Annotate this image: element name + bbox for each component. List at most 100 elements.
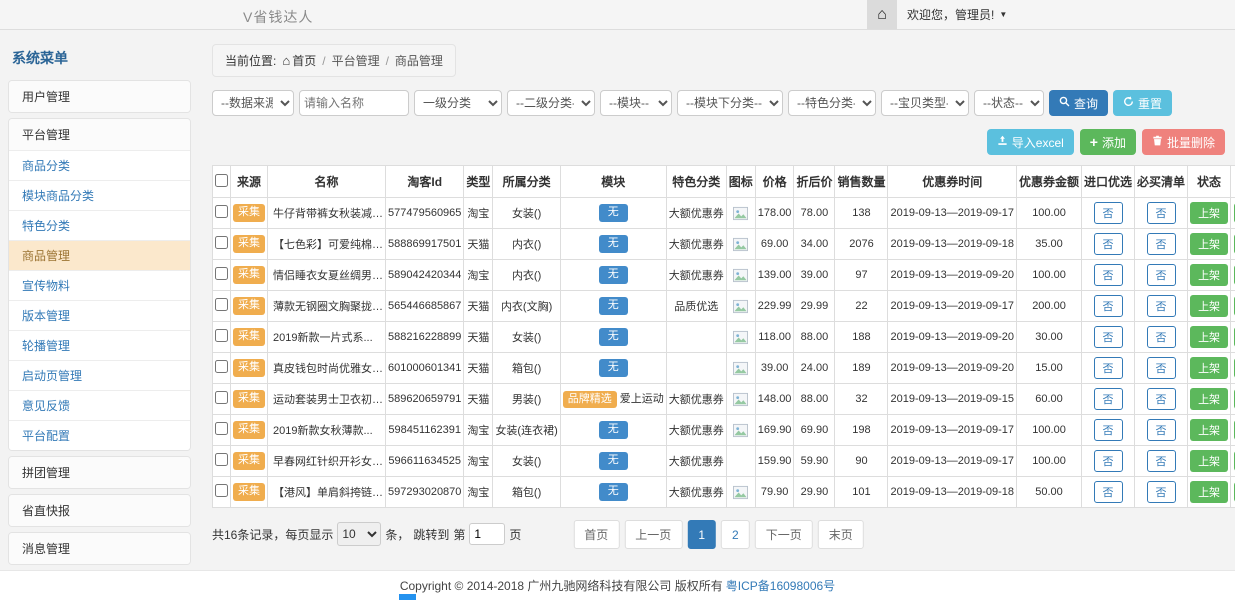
import-select-toggle[interactable]: 否: [1094, 264, 1123, 286]
status-button[interactable]: 上架: [1190, 419, 1228, 441]
status-button[interactable]: 上架: [1190, 264, 1228, 286]
sidebar-item[interactable]: 平台配置: [9, 420, 190, 450]
must-buy-toggle[interactable]: 否: [1147, 450, 1176, 472]
row-checkbox[interactable]: [215, 267, 228, 280]
module-badge[interactable]: 无: [599, 452, 628, 469]
coupon-amount: 100.00: [1017, 415, 1082, 446]
sidebar-item[interactable]: 商品分类: [9, 150, 190, 180]
filter-status-select[interactable]: --状态--: [974, 90, 1044, 116]
sidebar-item[interactable]: 启动页管理: [9, 360, 190, 390]
row-checkbox[interactable]: [215, 236, 228, 249]
import-select-toggle[interactable]: 否: [1094, 419, 1123, 441]
import-select-toggle[interactable]: 否: [1094, 295, 1123, 317]
search-button[interactable]: 查询: [1049, 90, 1108, 116]
name-search-input[interactable]: [299, 90, 409, 116]
row-checkbox[interactable]: [215, 329, 228, 342]
status-button[interactable]: 上架: [1190, 233, 1228, 255]
import-select-toggle[interactable]: 否: [1094, 481, 1123, 503]
import-select-toggle[interactable]: 否: [1094, 233, 1123, 255]
filter-category2-select[interactable]: --二级分类--: [507, 90, 595, 116]
status-button[interactable]: 上架: [1190, 295, 1228, 317]
row-checkbox[interactable]: [215, 453, 228, 466]
sidebar-item[interactable]: 轮播管理: [9, 330, 190, 360]
must-buy-toggle[interactable]: 否: [1147, 326, 1176, 348]
import-select-toggle[interactable]: 否: [1094, 388, 1123, 410]
product-thumbnail: [733, 299, 748, 314]
home-button[interactable]: ⌂: [867, 0, 897, 29]
status-button[interactable]: 上架: [1190, 481, 1228, 503]
breadcrumb-home-link[interactable]: ⌂ 首页: [282, 52, 316, 69]
page-button-active[interactable]: 1: [687, 520, 716, 549]
product-category: 箱包(): [493, 353, 560, 384]
filter-special-select[interactable]: --特色分类--: [788, 90, 876, 116]
page-number-input[interactable]: [469, 523, 505, 545]
page-button[interactable]: 下一页: [755, 520, 813, 549]
filter-category1-select[interactable]: 一级分类: [414, 90, 502, 116]
row-checkbox[interactable]: [215, 422, 228, 435]
module-badge[interactable]: 无: [599, 204, 628, 221]
user-menu[interactable]: 欢迎您，管理员! ▼: [907, 0, 1007, 29]
module-badge[interactable]: 无: [599, 483, 628, 500]
module-badge[interactable]: 无: [599, 297, 628, 314]
page-button[interactable]: 上一页: [624, 520, 682, 549]
row-checkbox[interactable]: [215, 360, 228, 373]
row-checkbox[interactable]: [215, 298, 228, 311]
sidebar-item[interactable]: 模块商品分类: [9, 180, 190, 210]
module-badge[interactable]: 无: [599, 359, 628, 376]
import-select-toggle[interactable]: 否: [1094, 326, 1123, 348]
must-buy-toggle[interactable]: 否: [1147, 233, 1176, 255]
sidebar-group-header[interactable]: 拼团管理: [9, 457, 190, 488]
must-buy-toggle[interactable]: 否: [1147, 357, 1176, 379]
sidebar-item[interactable]: 商品管理: [9, 240, 190, 270]
sidebar-item[interactable]: 宣传物料: [9, 270, 190, 300]
sidebar-item[interactable]: 特色分类: [9, 210, 190, 240]
import-select-toggle[interactable]: 否: [1094, 202, 1123, 224]
module-badge[interactable]: 无: [599, 266, 628, 283]
status-button[interactable]: 上架: [1190, 326, 1228, 348]
filter-source-select[interactable]: --数据来源--: [212, 90, 294, 116]
module-badge[interactable]: 无: [599, 235, 628, 252]
module-extra-label: 爱上运动: [620, 393, 664, 405]
sidebar-item[interactable]: 意见反馈: [9, 390, 190, 420]
icp-link[interactable]: 粤ICP备16098006号: [726, 577, 835, 594]
filter-module-select[interactable]: --模块--: [600, 90, 672, 116]
reset-button[interactable]: 重置: [1113, 90, 1172, 116]
page-button[interactable]: 首页: [573, 520, 619, 549]
import-select-toggle[interactable]: 否: [1094, 450, 1123, 472]
must-buy-toggle[interactable]: 否: [1147, 295, 1176, 317]
must-buy-toggle[interactable]: 否: [1147, 419, 1176, 441]
add-button[interactable]: + 添加: [1080, 129, 1136, 155]
page: V省钱达人 ⌂ 欢迎您，管理员! ▼ 系统菜单 用户管理平台管理商品分类模块商品…: [0, 0, 1235, 600]
row-checkbox[interactable]: [215, 391, 228, 404]
row-checkbox[interactable]: [215, 484, 228, 497]
must-buy-toggle[interactable]: 否: [1147, 202, 1176, 224]
module-badge[interactable]: 无: [599, 328, 628, 345]
module-badge[interactable]: 品牌精选: [563, 391, 617, 408]
status-button[interactable]: 上架: [1190, 388, 1228, 410]
must-buy-toggle[interactable]: 否: [1147, 388, 1176, 410]
sidebar-group-header[interactable]: 消息管理: [9, 533, 190, 564]
column-header: 模块: [560, 166, 666, 198]
filter-module-sub-select[interactable]: --模块下分类--: [677, 90, 783, 116]
batch-delete-button[interactable]: 批量删除: [1142, 129, 1225, 155]
status-button[interactable]: 上架: [1190, 450, 1228, 472]
import-select-toggle[interactable]: 否: [1094, 357, 1123, 379]
sidebar-item[interactable]: 版本管理: [9, 300, 190, 330]
select-all-checkbox[interactable]: [215, 174, 228, 187]
must-buy-toggle[interactable]: 否: [1147, 264, 1176, 286]
sidebar-group-header[interactable]: 省直快报: [9, 495, 190, 526]
status-button[interactable]: 上架: [1190, 357, 1228, 379]
row-checkbox[interactable]: [215, 205, 228, 218]
sidebar-group-header[interactable]: 平台管理: [9, 119, 190, 150]
page-button[interactable]: 2: [721, 520, 750, 549]
page-button[interactable]: 末页: [818, 520, 864, 549]
must-buy-toggle[interactable]: 否: [1147, 481, 1176, 503]
status-button[interactable]: 上架: [1190, 202, 1228, 224]
sidebar-group-header[interactable]: 用户管理: [9, 81, 190, 112]
import-excel-button[interactable]: 导入excel: [987, 129, 1074, 155]
filter-item-type-select[interactable]: --宝贝类型--: [881, 90, 969, 116]
page-size-select[interactable]: 10: [337, 522, 381, 546]
topbar: V省钱达人 ⌂ 欢迎您，管理员! ▼: [0, 0, 1235, 30]
breadcrumb-item-platform[interactable]: 平台管理: [332, 52, 380, 69]
module-badge[interactable]: 无: [599, 421, 628, 438]
